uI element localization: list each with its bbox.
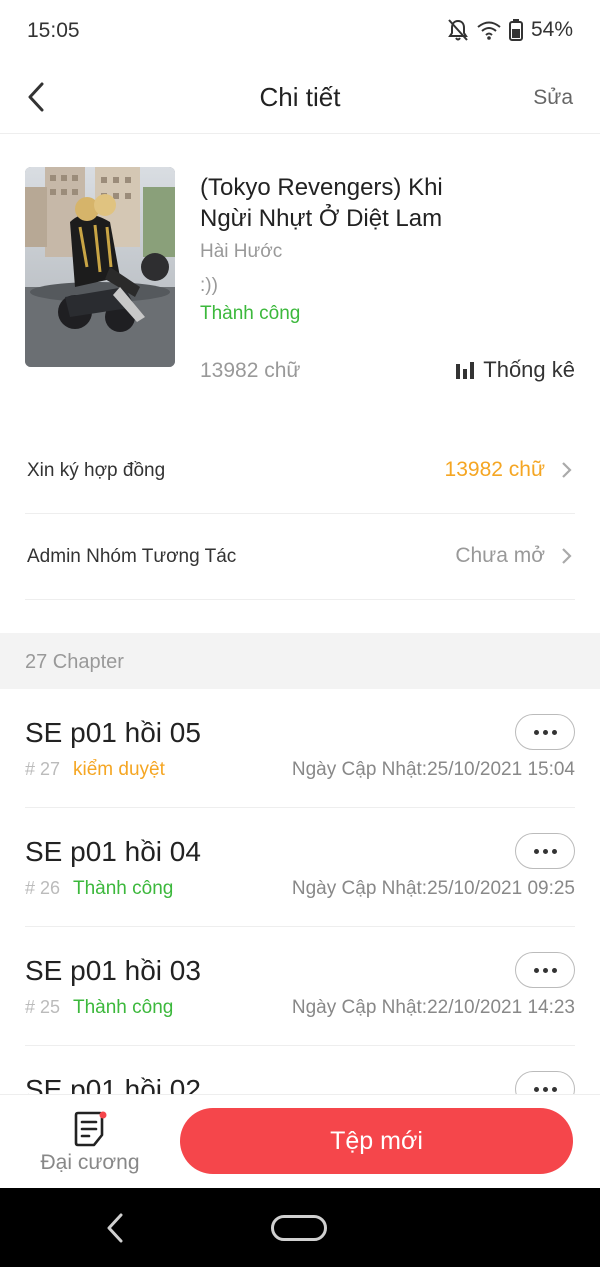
more-options-button[interactable] [515, 952, 575, 988]
chapter-count: 27 Chapter [25, 651, 124, 673]
book-title: (Tokyo Revengers) Khi Ngừi Nhựt Ở Diệt L… [200, 174, 443, 232]
top-nav-bar: Chi tiết Sửa [0, 62, 600, 134]
contract-row[interactable]: Xin ký hợp đồng 13982 chữ [25, 428, 575, 514]
book-status: Thành công [200, 303, 301, 324]
chapter-number: # 25 [25, 997, 61, 1017]
status-time: 15:05 [27, 19, 80, 42]
wifi-icon [477, 21, 501, 40]
system-navigation-bar [0, 1188, 600, 1267]
chapter-date: Ngày Cập Nhật:25/10/2021 09:25 [291, 878, 575, 899]
admin-group-row[interactable]: Admin Nhóm Tương Tác Chưa mở [25, 514, 575, 600]
chapter-number: # 26 [25, 878, 61, 898]
chapter-item[interactable]: SE p01 hồi 04 # 26 Thành công Ngày Cập N… [25, 808, 575, 927]
stats-label: Thống kê [483, 357, 575, 382]
system-back-icon[interactable] [104, 1212, 126, 1244]
outline-button[interactable]: Đại cương [30, 1109, 150, 1179]
chapter-date: Ngày Cập Nhật:25/10/2021 15:04 [291, 759, 575, 780]
chapter-number: # 27 [25, 759, 61, 779]
chapter-status: Thành công [73, 997, 174, 1018]
more-options-button[interactable] [515, 714, 575, 750]
outline-label: Đại cương [40, 1151, 140, 1174]
battery-level: 54% [530, 18, 573, 41]
more-options-button[interactable] [515, 833, 575, 869]
contract-value: 13982 chữ [444, 458, 545, 481]
battery-icon [508, 19, 523, 41]
bottom-action-bar: Đại cương Tệp mới [0, 1094, 600, 1188]
page-title: Chi tiết [259, 82, 341, 112]
status-icons: 54% [447, 18, 573, 42]
admin-group-value: Chưa mở [455, 544, 545, 567]
bar-chart-icon [456, 362, 475, 379]
contract-label: Xin ký hợp đồng [27, 460, 166, 481]
system-home-button[interactable] [271, 1215, 327, 1241]
chapter-item[interactable]: SE p01 hồi 03 # 25 Thành công Ngày Cập N… [25, 927, 575, 1046]
chapter-date: Ngày Cập Nhật:22/10/2021 14:23 [291, 997, 575, 1018]
stats-button[interactable]: Thống kê [455, 357, 575, 383]
chapter-section-header: 27 Chapter [0, 633, 600, 689]
admin-group-label: Admin Nhóm Tương Tác [27, 546, 237, 567]
chevron-right-icon [562, 462, 572, 478]
new-chapter-button[interactable]: Tệp mới [180, 1108, 573, 1174]
word-count: 13982 chữ [200, 359, 301, 382]
chapter-status: Thành công [73, 878, 174, 899]
book-description: :)) [200, 275, 218, 296]
chapter-item[interactable]: SE p01 hồi 05 # 27 kiểm duyệt Ngày Cập N… [25, 689, 575, 808]
chapter-title: SE p01 hồi 05 [25, 717, 201, 748]
book-cover-image[interactable] [25, 167, 175, 367]
chapter-status: kiểm duyệt [73, 759, 165, 780]
book-genre: Hài Hước [200, 241, 283, 262]
chapter-title: SE p01 hồi 04 [25, 836, 201, 867]
outline-document-icon [74, 1111, 107, 1147]
bell-off-icon [448, 19, 468, 41]
edit-button[interactable]: Sửa [533, 86, 573, 110]
chapter-title: SE p01 hồi 03 [25, 955, 201, 986]
chevron-right-icon [562, 548, 572, 564]
status-bar: 15:05 54% [0, 0, 600, 62]
